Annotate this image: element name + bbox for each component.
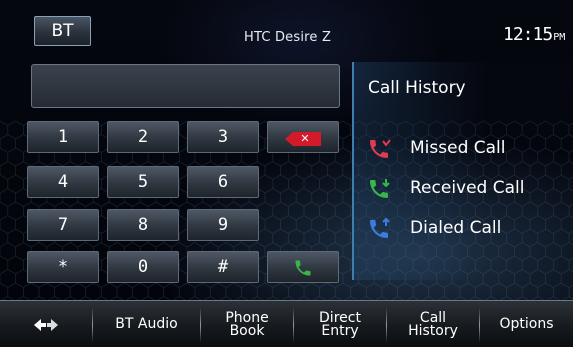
key-8[interactable]: 8 bbox=[107, 209, 179, 241]
bottom-bar: BT Audio Phone Book Direct Entry Call Hi… bbox=[0, 300, 573, 347]
received-call-item[interactable]: Received Call bbox=[364, 174, 570, 206]
dialed-call-item[interactable]: Dialed Call bbox=[364, 214, 570, 246]
clock-time: 12:15 bbox=[503, 24, 553, 45]
options-button[interactable]: Options bbox=[480, 301, 573, 347]
number-display[interactable] bbox=[31, 64, 340, 108]
missed-call-icon bbox=[370, 139, 391, 158]
back-button[interactable] bbox=[0, 301, 92, 347]
direct-entry-line2: Entry bbox=[321, 322, 359, 339]
device-name: HTC Desire Z bbox=[244, 30, 332, 45]
key-star[interactable]: * bbox=[27, 251, 99, 283]
received-call-icon bbox=[370, 179, 390, 198]
call-history-panel: Call History Missed Call Received Call D… bbox=[352, 62, 573, 280]
key-9[interactable]: 9 bbox=[187, 209, 259, 241]
key-hash[interactable]: # bbox=[187, 251, 259, 283]
received-call-label: Received Call bbox=[410, 178, 525, 198]
key-5[interactable]: 5 bbox=[107, 166, 179, 198]
dialed-call-icon bbox=[370, 218, 390, 238]
call-history-button[interactable]: Call History bbox=[387, 301, 479, 347]
call-button[interactable] bbox=[267, 251, 339, 283]
direct-entry-button[interactable]: Direct Entry bbox=[294, 301, 386, 347]
clock: 12:15PM bbox=[503, 24, 565, 45]
key-2[interactable]: 2 bbox=[107, 121, 179, 153]
key-1[interactable]: 1 bbox=[27, 121, 99, 153]
key-4[interactable]: 4 bbox=[27, 166, 99, 198]
delete-icon: ✕ bbox=[285, 132, 321, 146]
key-3[interactable]: 3 bbox=[187, 121, 259, 153]
phone-book-button[interactable]: Phone Book bbox=[201, 301, 293, 347]
phone-book-line2: Book bbox=[229, 322, 265, 339]
clock-ampm: PM bbox=[553, 32, 566, 43]
delete-button[interactable]: ✕ bbox=[267, 121, 339, 153]
dialed-call-label: Dialed Call bbox=[410, 218, 502, 238]
missed-call-item[interactable]: Missed Call bbox=[364, 134, 570, 166]
bluetooth-phone-screen: BT HTC Desire Z 12:15PM 1 2 3 ✕ 4 5 6 7 … bbox=[0, 0, 573, 347]
bt-audio-button[interactable]: BT Audio bbox=[93, 301, 200, 347]
missed-call-label: Missed Call bbox=[410, 138, 506, 158]
call-history-line2: History bbox=[408, 322, 458, 339]
key-6[interactable]: 6 bbox=[187, 166, 259, 198]
call-history-title: Call History bbox=[368, 78, 466, 98]
key-7[interactable]: 7 bbox=[27, 209, 99, 241]
bt-button[interactable]: BT bbox=[34, 16, 91, 46]
call-icon bbox=[295, 260, 311, 276]
key-0[interactable]: 0 bbox=[107, 251, 179, 283]
back-icon bbox=[34, 318, 58, 331]
